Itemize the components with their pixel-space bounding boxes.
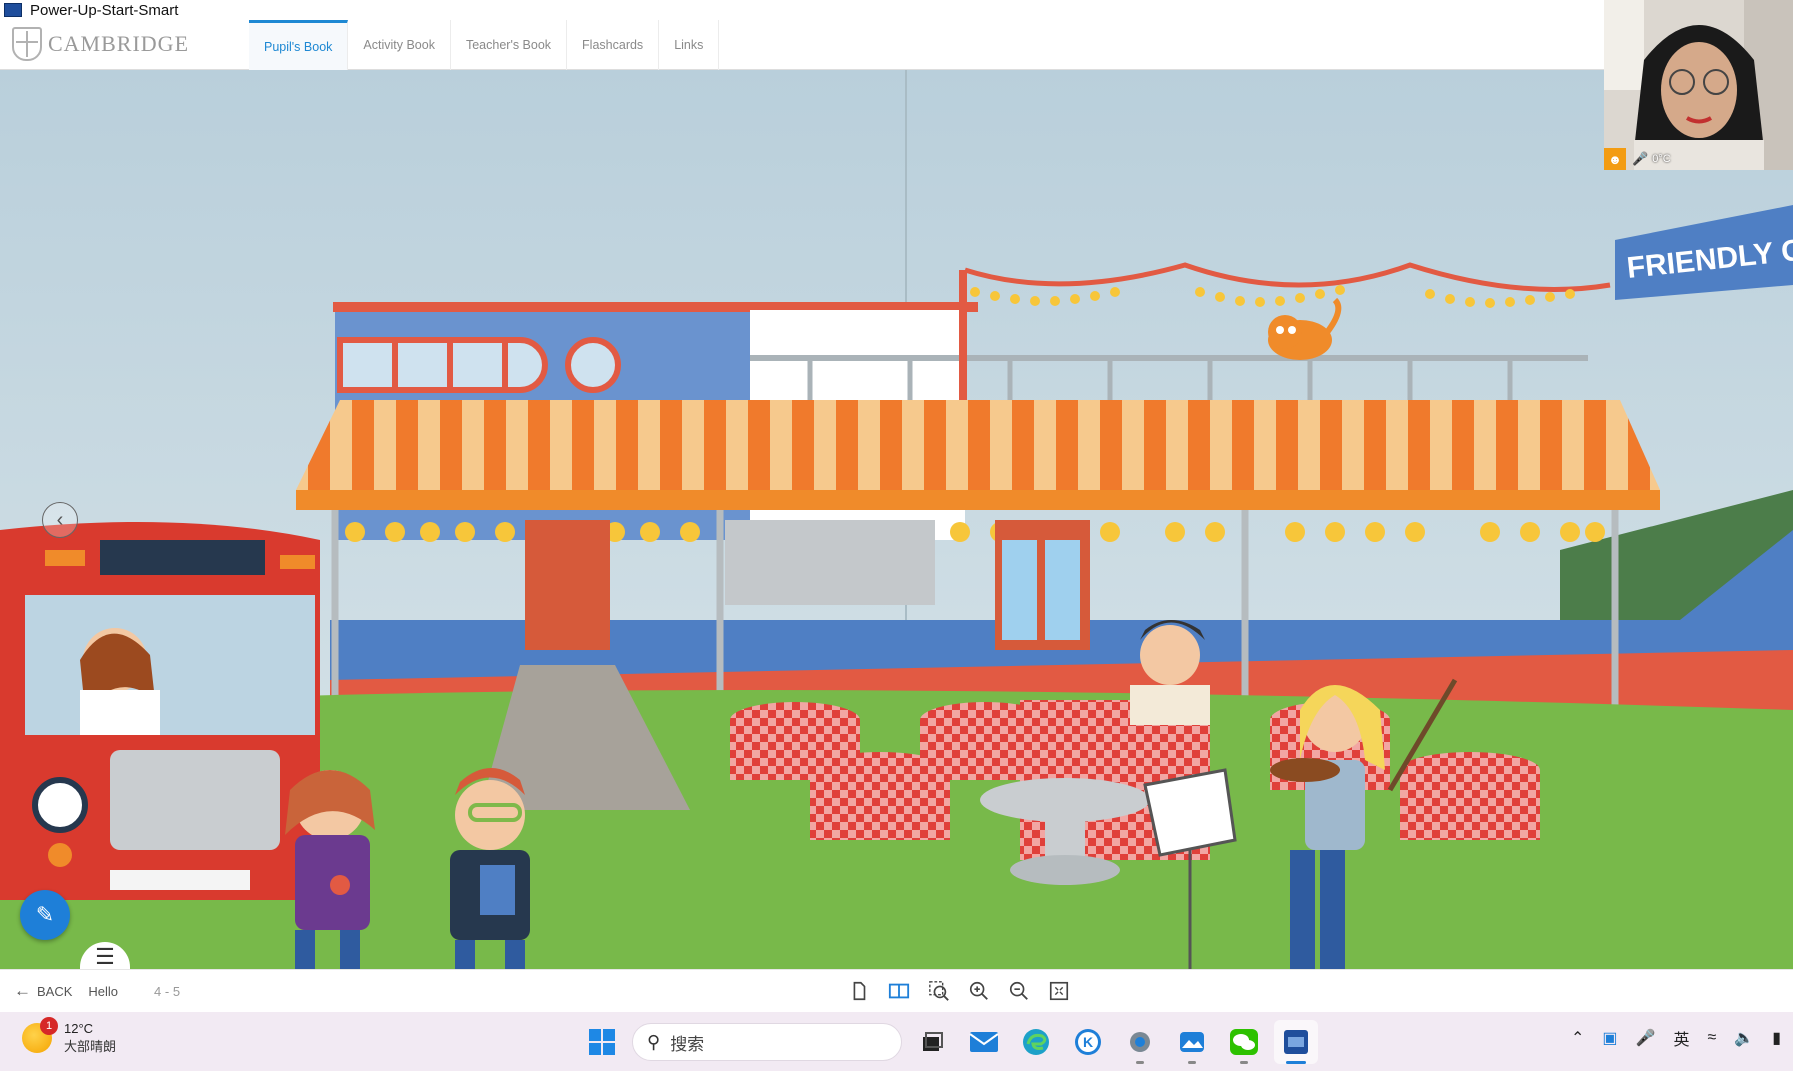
chevron-left-icon: ‹ [56,508,64,531]
taskbar-power-up[interactable] [1274,1020,1318,1064]
microphone-tray-icon[interactable]: 🎤 [1636,1028,1656,1048]
gear-icon [1130,1032,1150,1052]
search-icon: ⚲ [647,1031,661,1052]
fit-screen-icon [1049,981,1069,1001]
book-tabs: Pupil's Book Activity Book Teacher's Boo… [249,20,720,70]
window-title: Power-Up-Start-Smart [30,1,179,19]
app-window: { "window": {"title": "Power-Up-Start-Sm… [0,0,1793,1071]
notification-badge: 1 [40,1017,58,1035]
tab-teachers-book[interactable]: Teacher's Book [451,20,568,70]
cafe-illustration: FRIENDLY CAFÉ [0,70,1793,969]
weather-sun-icon: 1 [22,1017,58,1053]
zoom-in-button[interactable] [966,978,992,1004]
taskbar-mail[interactable] [962,1020,1006,1064]
taskbar-apps: ⚲ 搜索 K [580,1020,1318,1064]
shield-icon [12,27,42,61]
book-toolbar: ← BACK Hello 4 - 5 [0,969,1793,1012]
input-language[interactable]: 英 [1673,1026,1689,1050]
wechat-icon [1230,1029,1258,1055]
app-header: CAMBRIDGE Pupil's Book Activity Book Tea… [0,20,1604,70]
zoom-area-icon [929,981,949,1001]
unit-title: Hello [88,983,119,999]
svg-text:K: K [1083,1034,1093,1050]
webcam-temperature: 0°C [1652,153,1671,165]
taskbar-photos[interactable] [1170,1020,1214,1064]
task-view-icon [923,1032,943,1051]
page-indicator: 4 - 5 [154,983,181,999]
single-page-icon [853,981,866,1001]
tab-flashcards[interactable]: Flashcards [567,20,660,70]
search-placeholder: 搜索 [670,1034,705,1054]
wifi-icon[interactable]: ≈ [1707,1029,1716,1047]
app-icon [4,3,22,17]
photos-icon [1180,1032,1204,1052]
taskbar-search[interactable]: ⚲ 搜索 [632,1023,902,1061]
webcam-video[interactable]: ☻ 🎤 0°C [1604,0,1793,170]
double-page-icon [888,983,910,999]
taskbar-k-app[interactable]: K [1066,1020,1110,1064]
pen-icon: ✎ [35,902,55,927]
tab-links[interactable]: Links [659,20,720,70]
zoom-area-button[interactable] [926,978,952,1004]
chevron-up-icon[interactable]: ⌃ [1571,1028,1584,1048]
presenter-video-frame [1604,0,1793,170]
webcam-status-bar: ☻ 🎤 0°C [1604,148,1793,170]
bus[interactable] [0,522,320,900]
book-page-scene[interactable]: FRIENDLY CAFÉ [0,70,1793,969]
microphone-icon[interactable]: 🎤 [1632,151,1648,167]
arrow-left-icon: ← [14,981,31,1000]
view-tools [846,978,1072,1004]
taskbar-task-view[interactable] [910,1020,954,1064]
annotation-pen-button[interactable]: ✎ [20,890,70,940]
tab-activity-book[interactable]: Activity Book [348,20,451,70]
mail-icon [969,1032,999,1052]
weather-condition: 大部晴朗 [64,1039,117,1054]
tab-pupils-book[interactable]: Pupil's Book [249,20,349,70]
back-label: BACK [37,983,73,999]
weather-temperature: 12°C [64,1021,94,1036]
zoom-out-button[interactable] [1006,978,1032,1004]
start-button[interactable] [580,1020,624,1064]
windows-icon [589,1029,615,1055]
fit-screen-button[interactable] [1046,978,1072,1004]
logo-text: CAMBRIDGE [48,31,190,56]
windows-taskbar: 1 12°C 大部晴朗 ⚲ 搜索 K ⌃ ▣ 🎤 英 ≈ 🔈 ▮ [0,1012,1793,1071]
taskbar-wechat[interactable] [1222,1020,1266,1064]
cambridge-logo[interactable]: CAMBRIDGE [12,26,189,62]
tray-app-icon[interactable]: ▣ [1602,1028,1617,1048]
edge-browser-icon [1023,1029,1049,1055]
user-icon: ☻ [1604,148,1626,170]
power-up-app-icon [1284,1030,1308,1054]
k-app-icon: K [1075,1029,1101,1055]
previous-page-button[interactable]: ‹ [42,502,78,538]
zoom-out-icon [1009,981,1028,1000]
taskbar-settings[interactable] [1118,1020,1162,1064]
hamburger-menu-icon: ☰ [95,944,115,969]
back-button[interactable]: ← BACK [14,981,72,1001]
weather-widget[interactable]: 1 12°C 大部晴朗 [22,1017,117,1056]
zoom-in-icon [969,981,988,1000]
double-page-button[interactable] [886,978,912,1004]
single-page-button[interactable] [846,978,872,1004]
boy-character[interactable] [450,767,530,969]
volume-icon[interactable]: 🔈 [1734,1028,1754,1048]
taskbar-edge[interactable] [1014,1020,1058,1064]
system-tray: ⌃ ▣ 🎤 英 ≈ 🔈 ▮ [1571,1026,1781,1050]
battery-icon[interactable]: ▮ [1772,1028,1781,1048]
window-title-bar: Power-Up-Start-Smart [0,0,1600,20]
